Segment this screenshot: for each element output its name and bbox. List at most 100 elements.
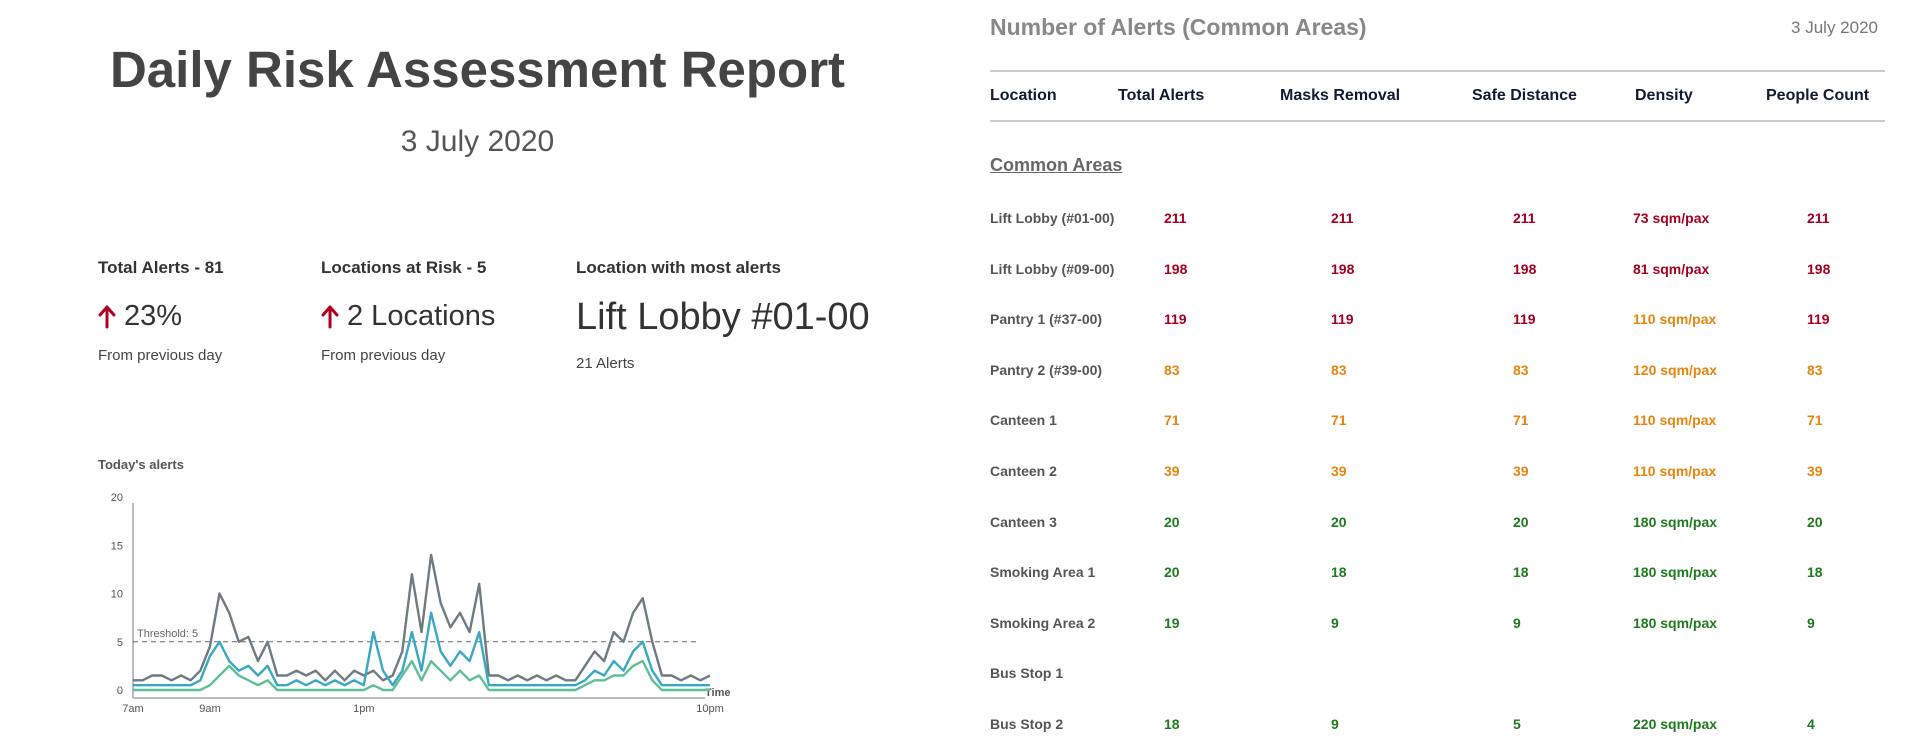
stat-value: 23%	[124, 300, 183, 332]
header-masks-removal: Masks Removal	[1280, 87, 1401, 104]
cell-people-count: 4	[1807, 716, 1815, 732]
stat-value: Lift Lobby #01-00	[576, 296, 870, 338]
cell-masks-removal: 20	[1331, 513, 1347, 530]
cell-people-count: 211	[1807, 210, 1830, 226]
cell-total-alerts: 211	[1164, 210, 1187, 226]
table-row: Canteen 1 71 71 71 110 sqm/pax 71	[990, 412, 1885, 434]
cell-density: 110 sqm/pax	[1633, 412, 1717, 429]
cell-safe-distance: 198	[1513, 260, 1537, 277]
x-tick-label: 1pm	[353, 703, 374, 715]
cell-people-count: 20	[1807, 513, 1823, 530]
cell-people-count: 71	[1807, 412, 1823, 429]
table-row: Pantry 2 (#39-00) 83 83 83 120 sqm/pax 83	[990, 362, 1885, 384]
x-tick-label: 10pm	[696, 703, 724, 715]
x-tick-label: 7am	[122, 703, 143, 715]
table-title: Number of Alerts (Common Areas)	[990, 14, 1367, 40]
header-total-alerts: Total Alerts	[1118, 87, 1205, 104]
chart-title: Today's alerts	[98, 457, 184, 472]
stat-label: Location with most alerts	[576, 258, 781, 277]
cell-masks-removal: 211	[1331, 210, 1354, 226]
table-row: Lift Lobby (#09-00) 198 198 198 81 sqm/pax 19…	[990, 261, 1885, 283]
cell-location: Canteen 1	[990, 412, 1057, 429]
cell-density: 73 sqm/pax	[1633, 210, 1710, 226]
alerts-table-panel: Number of Alerts (Common Areas) 3 July 2…	[990, 0, 1890, 741]
header-density: Density	[1635, 87, 1693, 104]
cell-people-count: 83	[1807, 361, 1823, 378]
cell-total-alerts: 39	[1164, 463, 1180, 479]
table-date: 3 July 2020	[1791, 18, 1878, 37]
cell-people-count: 39	[1807, 463, 1823, 479]
stat-most-alerts-location: Location with most alerts Lift Lobby #01…	[576, 258, 870, 372]
table-row: Smoking Area 2 19 9 9 180 sqm/pax 9	[990, 615, 1885, 637]
cell-safe-distance: 83	[1513, 361, 1529, 378]
cell-location: Canteen 2	[990, 463, 1057, 479]
cell-masks-removal: 9	[1331, 614, 1339, 631]
cell-safe-distance: 211	[1513, 210, 1536, 226]
cell-total-alerts: 20	[1164, 564, 1180, 581]
cell-density: 120 sqm/pax	[1633, 361, 1718, 378]
cell-safe-distance: 119	[1513, 311, 1536, 328]
cell-density: 110 sqm/pax	[1633, 311, 1717, 328]
cell-location: Lift Lobby (#09-00)	[990, 260, 1115, 277]
arrow-up-icon	[98, 305, 116, 328]
cell-total-alerts: 18	[1164, 716, 1180, 732]
table-row: Lift Lobby (#01-00) 211 211 211 73 sqm/pax 21…	[990, 210, 1885, 232]
cell-people-count: 198	[1807, 260, 1831, 277]
cell-location: Pantry 1 (#37-00)	[990, 311, 1103, 328]
cell-safe-distance: 9	[1513, 614, 1521, 631]
cell-location: Lift Lobby (#01-00)	[990, 210, 1115, 226]
header-people-count: People Count	[1766, 87, 1870, 104]
cell-masks-removal: 9	[1331, 716, 1339, 732]
cell-masks-removal: 39	[1331, 463, 1347, 479]
stat-label: Total Alerts - 81	[98, 258, 224, 277]
cell-location: Pantry 2 (#39-00)	[990, 361, 1103, 378]
cell-density: 180 sqm/pax	[1633, 564, 1718, 581]
cell-total-alerts: 71	[1164, 412, 1180, 429]
header-safe-distance: Safe Distance	[1472, 87, 1577, 104]
cell-masks-removal: 119	[1331, 311, 1354, 328]
y-tick-label: 20	[111, 492, 123, 504]
table-row: Bus Stop 1	[990, 665, 1885, 687]
cell-people-count: 9	[1807, 614, 1815, 631]
y-tick-label: 10	[111, 589, 123, 601]
cell-density: 180 sqm/pax	[1633, 614, 1718, 631]
cell-total-alerts: 198	[1164, 260, 1188, 277]
report-title: Daily Risk Assessment Report	[109, 41, 846, 98]
cell-density: 220 sqm/pax	[1633, 716, 1718, 732]
cell-masks-removal: 83	[1331, 361, 1347, 378]
cell-density: 180 sqm/pax	[1633, 513, 1718, 530]
cell-safe-distance: 18	[1513, 564, 1529, 581]
stat-caption: From previous day	[98, 347, 223, 364]
cell-people-count: 18	[1807, 564, 1823, 581]
x-tick-label: 9am	[199, 703, 220, 715]
cell-people-count: 119	[1807, 311, 1830, 328]
cell-safe-distance: 71	[1513, 412, 1529, 429]
header-location: Location	[990, 87, 1057, 104]
stat-label: Locations at Risk - 5	[321, 258, 487, 277]
cell-location: Bus Stop 1	[990, 665, 1064, 682]
cell-total-alerts: 20	[1164, 513, 1180, 530]
table-row: Canteen 3 20 20 20 180 sqm/pax 20	[990, 514, 1885, 536]
y-tick-label: 0	[117, 685, 123, 697]
cell-location: Canteen 3	[990, 513, 1057, 530]
cell-masks-removal: 18	[1331, 564, 1347, 581]
stat-caption: 21 Alerts	[576, 355, 635, 372]
cell-density: 110 sqm/pax	[1633, 463, 1717, 479]
table-row: Canteen 2 39 39 39 110 sqm/pax 39	[990, 463, 1885, 485]
cell-total-alerts: 119	[1164, 311, 1187, 328]
series-line-1	[133, 553, 711, 682]
cell-location: Smoking Area 2	[990, 614, 1096, 631]
table-header-row: Location Total Alerts Masks Removal Safe…	[990, 70, 1885, 122]
x-axis-label: Time	[705, 687, 730, 699]
cell-masks-removal: 198	[1331, 260, 1355, 277]
section-common-areas: Common Areas	[990, 155, 1123, 175]
stat-total-alerts: Total Alerts - 81 23% From previous day	[98, 258, 224, 364]
y-tick-label: 15	[111, 540, 123, 552]
cell-masks-removal: 71	[1331, 412, 1347, 429]
threshold-label: Threshold: 5	[137, 628, 198, 640]
table-row: Pantry 1 (#37-00) 119 119 119 110 sqm/pax 119	[990, 311, 1885, 333]
table-row: Bus Stop 2 18 9 5 220 sqm/pax 4	[990, 716, 1885, 738]
stat-locations-at-risk: Locations at Risk - 5 2 Locations From p…	[321, 258, 495, 364]
stat-caption: From previous day	[321, 347, 446, 364]
cell-density: 81 sqm/pax	[1633, 260, 1710, 277]
